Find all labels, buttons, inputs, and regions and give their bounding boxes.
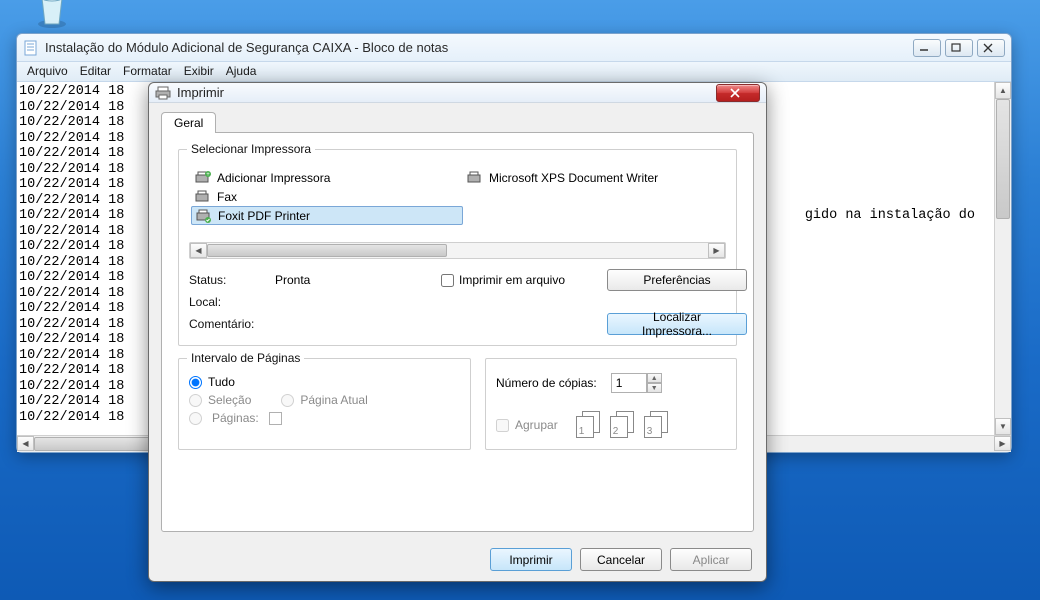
fax-icon (195, 190, 211, 204)
tab-geral[interactable]: Geral (161, 112, 216, 133)
maximize-button[interactable] (945, 39, 973, 57)
printer-foxit-label: Foxit PDF Printer (218, 209, 310, 223)
radio-pages-label: Páginas: (212, 411, 259, 425)
minimize-button[interactable] (913, 39, 941, 57)
radio-current-row: Página Atual (281, 393, 367, 407)
scroll-up-button[interactable]: ▲ (995, 82, 1011, 99)
radio-all-row[interactable]: Tudo (189, 375, 460, 389)
print-to-file-label: Imprimir em arquivo (459, 273, 565, 287)
printer-foxit[interactable]: Foxit PDF Printer (191, 206, 463, 225)
close-button[interactable] (977, 39, 1005, 57)
print-to-file-input[interactable] (441, 274, 454, 287)
list-scroll-thumb[interactable] (207, 244, 447, 257)
printer-fax[interactable]: Fax (191, 187, 463, 206)
scroll-down-button[interactable]: ▼ (995, 418, 1011, 435)
list-scroll-left[interactable]: ◀ (190, 243, 207, 258)
vertical-scrollbar[interactable]: ▲ ▼ (994, 82, 1011, 435)
radio-pages (189, 412, 202, 425)
radio-selection-label: Seleção (208, 393, 251, 407)
select-printer-label: Selecionar Impressora (187, 142, 315, 156)
status-label: Status: (189, 273, 269, 287)
copies-spinner[interactable]: ▲ ▼ (611, 373, 662, 393)
list-scroll-right[interactable]: ▶ (708, 243, 725, 258)
print-dialog: Imprimir Geral Selecionar Impressora + A… (148, 82, 767, 582)
printer-xps-label: Microsoft XPS Document Writer (489, 171, 658, 185)
local-label: Local: (189, 295, 269, 309)
printer-add[interactable]: + Adicionar Impressora (191, 168, 463, 187)
menu-editar[interactable]: Editar (80, 64, 111, 79)
print-dialog-close-button[interactable] (716, 84, 760, 102)
print-to-file-checkbox[interactable]: Imprimir em arquivo (441, 273, 601, 287)
copies-label: Número de cópias: (496, 376, 597, 390)
group-page-range: Intervalo de Páginas Tudo Seleção Página… (178, 358, 471, 450)
collate-label: Agrupar (515, 418, 558, 432)
collate-checkbox (496, 419, 509, 432)
printer-xps[interactable]: Microsoft XPS Document Writer (463, 168, 724, 187)
radio-current (281, 394, 294, 407)
printer-list[interactable]: + Adicionar Impressora Fax Foxit PDF Pri… (189, 164, 726, 238)
scroll-right-button[interactable]: ▶ (994, 436, 1011, 451)
cancel-button[interactable]: Cancelar (580, 548, 662, 571)
page-range-label: Intervalo de Páginas (187, 351, 304, 365)
collate-illustration: 11 22 33 (576, 411, 672, 439)
menu-exibir[interactable]: Exibir (184, 64, 214, 79)
radio-all[interactable] (189, 376, 202, 389)
copies-up[interactable]: ▲ (647, 373, 662, 383)
notepad-menubar: Arquivo Editar Formatar Exibir Ajuda (17, 62, 1011, 82)
print-dialog-titlebar[interactable]: Imprimir (149, 83, 766, 103)
notepad-titlebar[interactable]: Instalação do Módulo Adicional de Segura… (17, 34, 1011, 62)
xps-printer-icon (467, 171, 483, 185)
print-dialog-title: Imprimir (177, 85, 716, 100)
radio-selection (189, 394, 202, 407)
group-select-printer: Selecionar Impressora + Adicionar Impres… (178, 149, 737, 346)
comment-label: Comentário: (189, 317, 269, 331)
scroll-left-button[interactable]: ◀ (17, 436, 34, 451)
printer-icon (155, 86, 171, 100)
printer-add-label: Adicionar Impressora (217, 171, 330, 185)
preferences-button[interactable]: Preferências (607, 269, 747, 291)
printer-fax-label: Fax (217, 190, 237, 204)
vscroll-thumb[interactable] (996, 99, 1010, 219)
recycle-bin-icon[interactable] (30, 0, 74, 33)
pages-input (269, 412, 282, 425)
foxit-printer-icon (196, 209, 212, 223)
menu-ajuda[interactable]: Ajuda (226, 64, 257, 79)
notepad-title: Instalação do Módulo Adicional de Segura… (45, 40, 913, 55)
copies-down[interactable]: ▼ (647, 383, 662, 393)
status-value: Pronta (275, 273, 435, 287)
apply-button: Aplicar (670, 548, 752, 571)
radio-all-label: Tudo (208, 375, 235, 389)
print-button[interactable]: Imprimir (490, 548, 572, 571)
find-printer-button[interactable]: Localizar Impressora... (607, 313, 747, 335)
group-copies: Número de cópias: ▲ ▼ Agrupar (485, 358, 737, 450)
add-printer-icon: + (195, 171, 211, 185)
notepad-icon (23, 40, 39, 56)
menu-arquivo[interactable]: Arquivo (27, 64, 68, 79)
radio-pages-row: Páginas: (189, 411, 460, 425)
printer-list-scrollbar[interactable]: ◀ ▶ (189, 242, 726, 259)
svg-text:+: + (206, 172, 210, 178)
menu-formatar[interactable]: Formatar (123, 64, 172, 79)
radio-selection-row: Seleção (189, 393, 251, 407)
radio-current-label: Página Atual (300, 393, 367, 407)
copies-input[interactable] (611, 373, 647, 393)
